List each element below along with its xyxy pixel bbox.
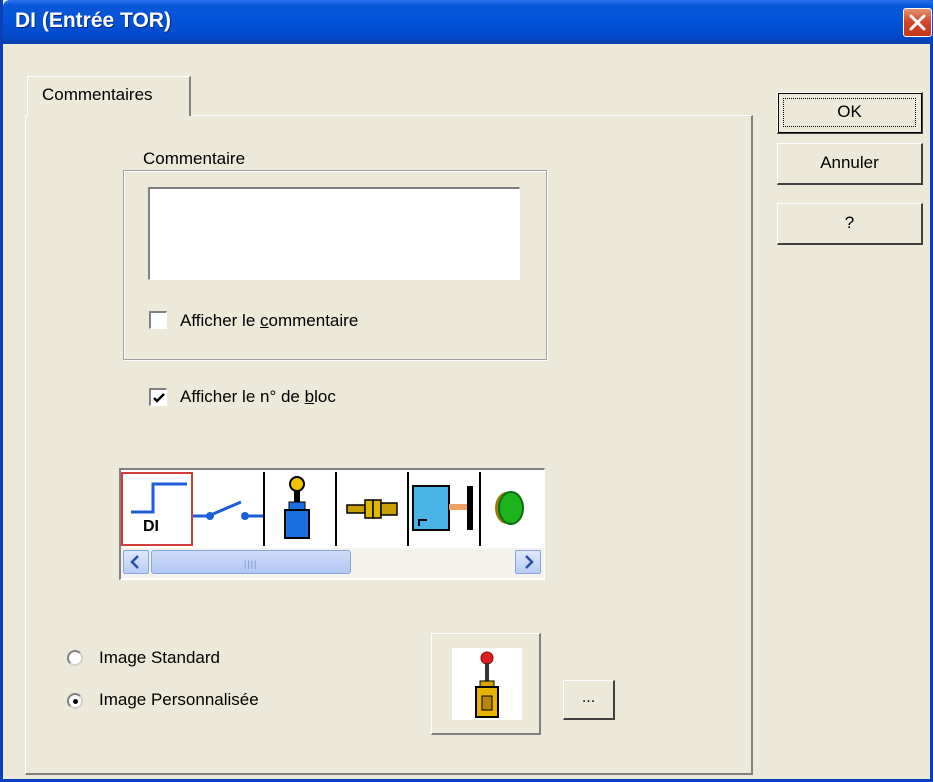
title-bar[interactable]: DI (Entrée TOR) (3, 0, 933, 44)
horizontal-scrollbar[interactable]: |||| (121, 548, 544, 578)
show-block-number-label-pre: Afficher le n° de (180, 387, 305, 406)
tab-commentaires[interactable]: Commentaires (27, 76, 191, 116)
ok-button[interactable]: OK (777, 92, 923, 134)
scroll-thumb[interactable]: |||| (151, 550, 351, 574)
show-comment-checkbox[interactable] (149, 311, 167, 329)
cancel-button[interactable]: Annuler (777, 143, 923, 185)
show-block-number-label-post: loc (314, 387, 336, 406)
photoelectric-sensor-icon[interactable] (409, 472, 481, 546)
limit-switch-graphic (284, 476, 310, 539)
chevron-left-icon (130, 555, 139, 569)
di-label: DI (143, 518, 159, 535)
scroll-left-button[interactable] (123, 550, 149, 574)
browse-button[interactable]: ... (563, 680, 615, 720)
comment-group-label: Commentaire (139, 149, 250, 169)
cancel-label: Annuler (820, 153, 879, 172)
show-comment-label-key: c (260, 311, 269, 330)
comment-textarea[interactable] (148, 187, 520, 280)
proximity-sensor-icon[interactable] (337, 472, 409, 546)
show-comment-label-pre: Afficher le (180, 311, 261, 330)
switch-graphic (193, 500, 263, 520)
limit-switch-preview-icon (475, 651, 499, 718)
close-icon (909, 14, 926, 31)
chevron-right-icon (525, 555, 534, 569)
tab-label: Commentaires (42, 85, 153, 104)
show-comment-label-post: ommentaire (268, 311, 359, 330)
proximity-graphic (346, 499, 398, 519)
help-button[interactable]: ? (777, 203, 923, 245)
help-label: ? (844, 213, 855, 232)
show-comment-label: Afficher le commentaire (180, 311, 358, 331)
show-block-number-label: Afficher le n° de bloc (180, 387, 336, 407)
image-standard-label: Image Standard (99, 648, 220, 667)
di-signal-icon[interactable]: DI (121, 472, 193, 546)
window-title: DI (Entrée TOR) (15, 9, 171, 32)
focus-rect (783, 98, 916, 127)
push-button-graphic (495, 491, 524, 525)
image-standard-radio[interactable] (67, 650, 83, 666)
image-custom-radio[interactable] (67, 693, 83, 709)
image-custom-label: Image Personnalisée (99, 690, 259, 709)
image-list[interactable]: DI |||| (119, 468, 545, 580)
show-block-number-checkbox[interactable] (149, 388, 167, 406)
switch-contact-icon[interactable] (193, 472, 265, 546)
scroll-grip: |||| (244, 559, 258, 569)
radio-dot (73, 699, 78, 704)
browse-label: ... (581, 689, 596, 706)
image-preview (431, 633, 541, 735)
show-block-number-label-key: b (304, 387, 315, 406)
scroll-right-button[interactable] (515, 550, 541, 574)
limit-switch-icon[interactable] (265, 472, 337, 546)
push-button-icon[interactable] (481, 472, 544, 546)
dialog-window: DI (Entrée TOR) Commentaires OK Annuler … (0, 0, 933, 782)
preview-canvas (452, 648, 522, 720)
photoelectric-graphic (412, 485, 473, 531)
close-button[interactable] (903, 8, 932, 37)
checkmark-icon (153, 393, 165, 403)
